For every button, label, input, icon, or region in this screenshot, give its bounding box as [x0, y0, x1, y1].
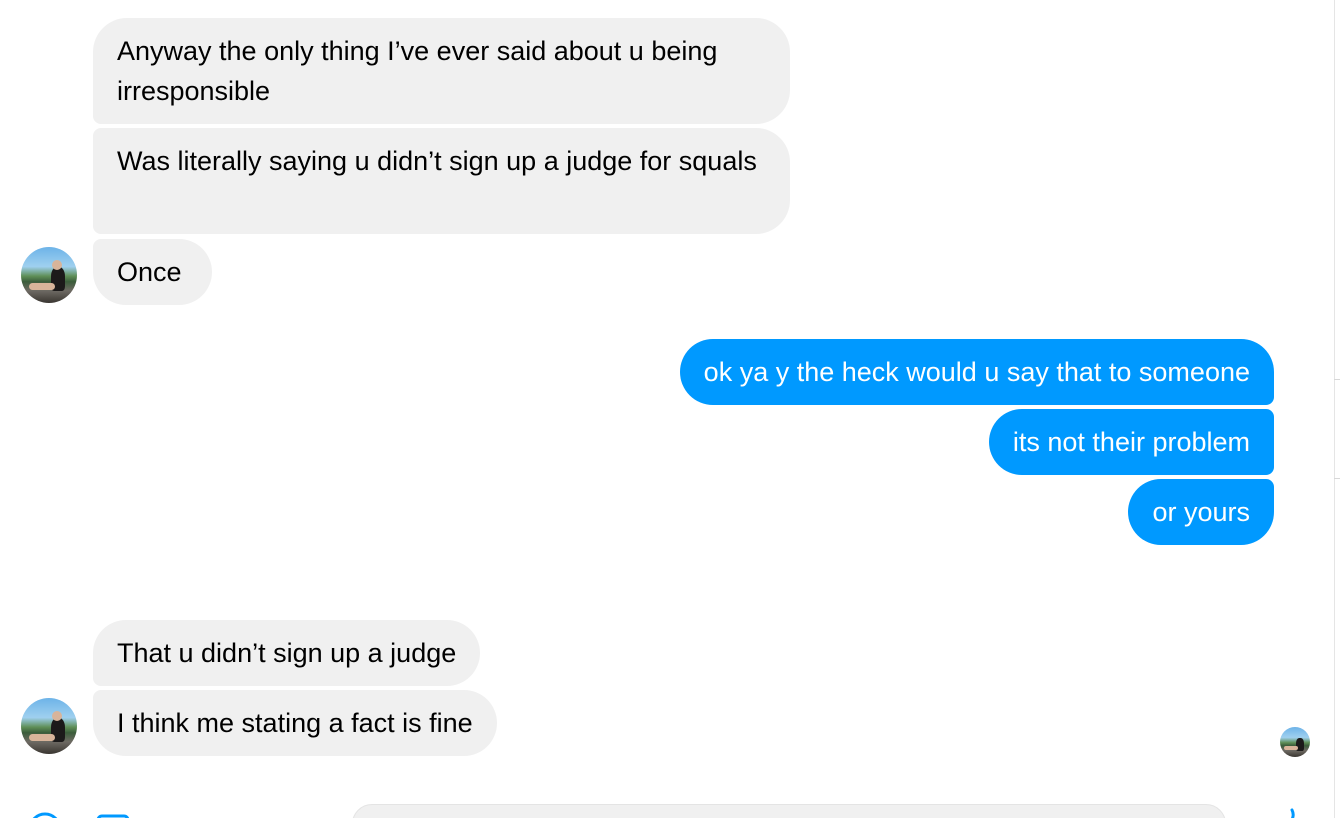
divider [1334, 478, 1340, 479]
like-icon[interactable] [1278, 808, 1302, 818]
message-incoming[interactable]: Anyway the only thing I’ve ever said abo… [93, 18, 790, 124]
messenger-conversation: Anyway the only thing I’ve ever said abo… [0, 0, 1340, 818]
read-receipt-avatar [1280, 727, 1310, 757]
message-text: Once [117, 257, 182, 287]
gallery-icon[interactable] [96, 814, 130, 818]
contact-avatar[interactable] [21, 247, 77, 303]
message-text: That u didn’t sign up a judge [117, 638, 457, 668]
message-input[interactable] [352, 804, 1226, 818]
message-outgoing[interactable]: or yours [1128, 479, 1274, 545]
message-text: ok ya y the heck would u say that to som… [703, 357, 1250, 387]
message-text: its not their problem [1012, 427, 1250, 457]
message-text: Anyway the only thing I’ve ever said abo… [117, 36, 718, 106]
message-outgoing[interactable]: ok ya y the heck would u say that to som… [679, 339, 1274, 405]
message-incoming[interactable]: That u didn’t sign up a judge [93, 620, 481, 686]
message-incoming[interactable]: Was literally saying u didn’t sign up a … [93, 128, 790, 234]
message-incoming[interactable]: I think me stating a fact is fine [93, 690, 497, 756]
message-text: I think me stating a fact is fine [117, 708, 473, 738]
add-icon[interactable] [28, 812, 62, 818]
contact-avatar[interactable] [21, 698, 77, 754]
message-text: Was literally saying u didn’t sign up a … [117, 146, 757, 176]
message-text: or yours [1152, 497, 1250, 527]
message-incoming[interactable]: Once [93, 239, 212, 305]
divider [1334, 379, 1340, 380]
right-panel-edge [1334, 0, 1340, 818]
message-outgoing[interactable]: its not their problem [988, 409, 1274, 475]
